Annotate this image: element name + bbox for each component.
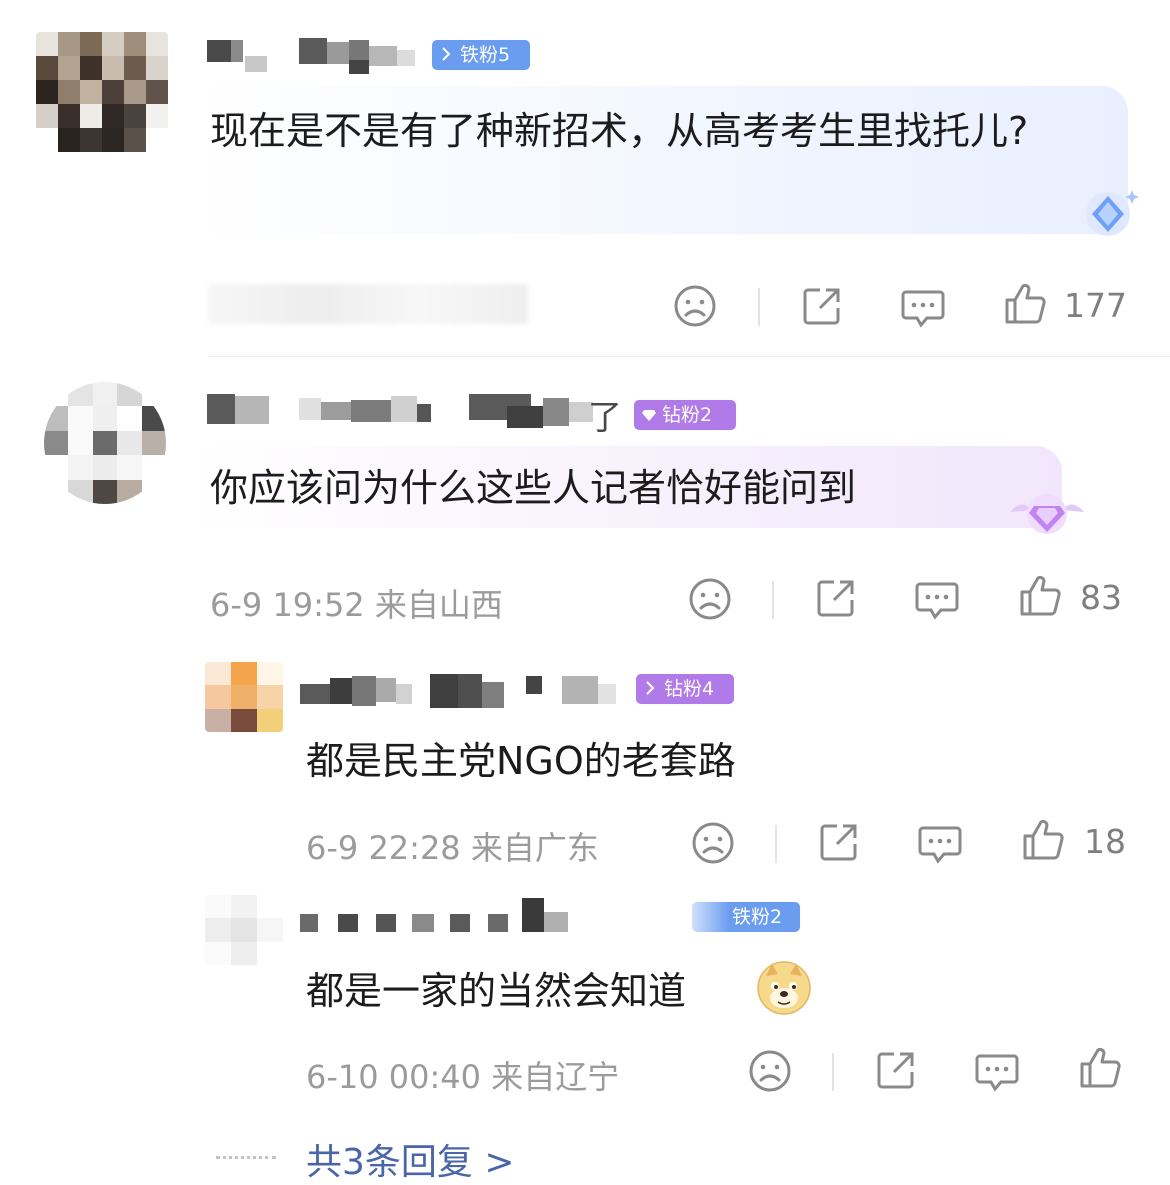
- username-blurred[interactable]: [300, 672, 640, 712]
- username-blurred[interactable]: [300, 898, 590, 938]
- username-suffix: 了: [588, 398, 622, 438]
- like-count: 177: [1064, 286, 1127, 325]
- like-count: 18: [1084, 822, 1126, 861]
- meta-blurred: [208, 284, 528, 324]
- doge-emoji: [757, 961, 811, 1015]
- badge-label: 钻粉2: [662, 404, 713, 426]
- sad-face-icon[interactable]: [748, 1049, 792, 1093]
- comment-divider: [208, 356, 1170, 357]
- comment-icon[interactable]: [917, 822, 963, 866]
- username-blurred[interactable]: [207, 38, 427, 76]
- avatar[interactable]: [205, 662, 283, 732]
- separator: [832, 1053, 834, 1091]
- more-replies-dots: [216, 1156, 276, 1159]
- diamond-decoration-icon: [1086, 190, 1139, 236]
- fan-badge: 铁粉2: [692, 902, 800, 932]
- like-icon[interactable]: [1003, 282, 1047, 326]
- fan-badge: 铁粉5: [432, 40, 530, 70]
- separator: [775, 825, 777, 863]
- sad-face-icon[interactable]: [691, 821, 735, 865]
- share-icon[interactable]: [817, 820, 861, 864]
- comment-icon[interactable]: [900, 286, 946, 330]
- reply-meta: 6-10 00:40 来自辽宁: [306, 1058, 620, 1096]
- fan-badge: 钻粉2: [634, 400, 736, 430]
- sad-face-icon[interactable]: [688, 577, 732, 621]
- reply-text: 都是民主党NGO的老套路: [306, 739, 736, 783]
- badge-label: 铁粉2: [732, 906, 783, 928]
- fan-badge: 钻粉4: [636, 674, 734, 704]
- like-icon[interactable]: [1078, 1046, 1122, 1090]
- diamond-decoration-icon: [1010, 494, 1084, 534]
- more-replies-link[interactable]: 共3条回复 >: [306, 1133, 515, 1185]
- sad-face-icon[interactable]: [673, 284, 717, 328]
- like-icon[interactable]: [1021, 818, 1065, 862]
- avatar[interactable]: [36, 32, 168, 152]
- reply-meta: 6-9 22:28 来自广东: [306, 829, 599, 867]
- reply-text: 都是一家的当然会知道: [306, 969, 687, 1013]
- avatar[interactable]: [44, 382, 166, 504]
- comment-text: 你应该问为什么这些人记者恰好能问到: [210, 466, 857, 510]
- comment-icon[interactable]: [974, 1050, 1020, 1094]
- share-icon[interactable]: [874, 1048, 918, 1092]
- share-icon[interactable]: [814, 576, 858, 620]
- like-count: 83: [1080, 578, 1122, 617]
- comment-meta: 6-9 19:52 来自山西: [210, 586, 503, 624]
- avatar[interactable]: [205, 895, 283, 965]
- badge-arrow-icon: [646, 681, 655, 695]
- badge-label: 铁粉5: [460, 44, 511, 66]
- diamond-icon: [642, 410, 656, 421]
- comment-icon[interactable]: [914, 578, 960, 622]
- separator: [758, 288, 760, 326]
- like-icon[interactable]: [1018, 574, 1062, 618]
- separator: [772, 581, 774, 619]
- badge-arrow-icon: [442, 47, 451, 61]
- username-blurred[interactable]: [207, 392, 617, 432]
- badge-label: 钻粉4: [664, 678, 715, 700]
- comment-text: 现在是不是有了种新招术，从高考考生里找托儿?: [210, 109, 1029, 153]
- share-icon[interactable]: [800, 284, 844, 328]
